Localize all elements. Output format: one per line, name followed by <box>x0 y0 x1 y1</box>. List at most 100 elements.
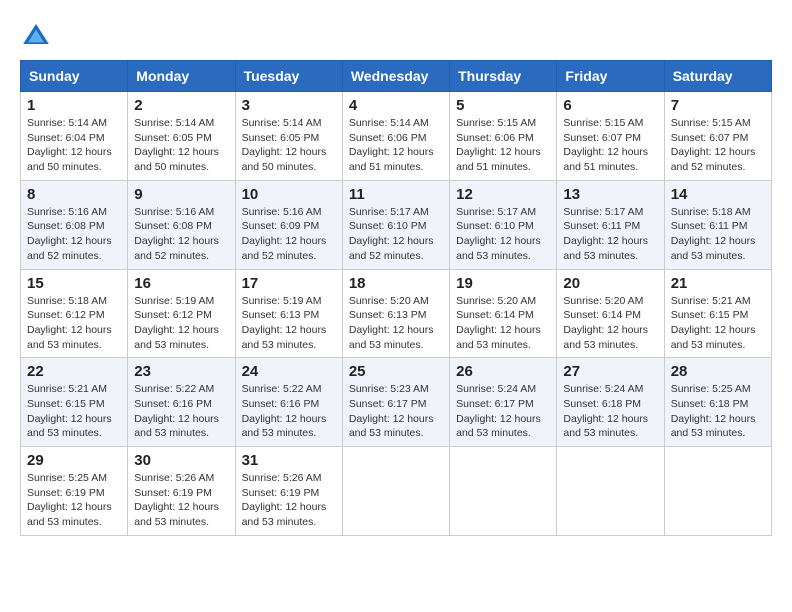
calendar-cell: 21 Sunrise: 5:21 AM Sunset: 6:15 PM Dayl… <box>664 269 771 358</box>
day-number: 27 <box>563 363 657 380</box>
logo <box>20 20 56 52</box>
day-number: 14 <box>671 186 765 203</box>
calendar-cell: 2 Sunrise: 5:14 AM Sunset: 6:05 PM Dayli… <box>128 92 235 181</box>
calendar-cell: 13 Sunrise: 5:17 AM Sunset: 6:11 PM Dayl… <box>557 180 664 269</box>
calendar-cell: 12 Sunrise: 5:17 AM Sunset: 6:10 PM Dayl… <box>450 180 557 269</box>
calendar-cell: 25 Sunrise: 5:23 AM Sunset: 6:17 PM Dayl… <box>342 358 449 447</box>
calendar-cell: 27 Sunrise: 5:24 AM Sunset: 6:18 PM Dayl… <box>557 358 664 447</box>
day-number: 4 <box>349 97 443 114</box>
day-info: Sunrise: 5:23 AM Sunset: 6:17 PM Dayligh… <box>349 382 443 441</box>
day-number: 6 <box>563 97 657 114</box>
calendar-header-saturday: Saturday <box>664 61 771 92</box>
day-number: 28 <box>671 363 765 380</box>
day-number: 30 <box>134 452 228 469</box>
day-info: Sunrise: 5:15 AM Sunset: 6:07 PM Dayligh… <box>563 116 657 175</box>
calendar-week-row: 8 Sunrise: 5:16 AM Sunset: 6:08 PM Dayli… <box>21 180 772 269</box>
calendar-header-sunday: Sunday <box>21 61 128 92</box>
day-info: Sunrise: 5:16 AM Sunset: 6:09 PM Dayligh… <box>242 205 336 264</box>
calendar-cell: 31 Sunrise: 5:26 AM Sunset: 6:19 PM Dayl… <box>235 447 342 536</box>
calendar-header-tuesday: Tuesday <box>235 61 342 92</box>
day-info: Sunrise: 5:21 AM Sunset: 6:15 PM Dayligh… <box>671 294 765 353</box>
day-info: Sunrise: 5:19 AM Sunset: 6:12 PM Dayligh… <box>134 294 228 353</box>
day-number: 29 <box>27 452 121 469</box>
calendar-cell <box>342 447 449 536</box>
day-number: 13 <box>563 186 657 203</box>
calendar-header-monday: Monday <box>128 61 235 92</box>
calendar-cell <box>664 447 771 536</box>
day-info: Sunrise: 5:17 AM Sunset: 6:10 PM Dayligh… <box>349 205 443 264</box>
day-number: 16 <box>134 275 228 292</box>
calendar-header-thursday: Thursday <box>450 61 557 92</box>
day-info: Sunrise: 5:19 AM Sunset: 6:13 PM Dayligh… <box>242 294 336 353</box>
day-number: 24 <box>242 363 336 380</box>
day-number: 26 <box>456 363 550 380</box>
day-info: Sunrise: 5:22 AM Sunset: 6:16 PM Dayligh… <box>134 382 228 441</box>
day-number: 8 <box>27 186 121 203</box>
calendar-cell <box>450 447 557 536</box>
day-number: 9 <box>134 186 228 203</box>
day-number: 31 <box>242 452 336 469</box>
calendar-cell: 8 Sunrise: 5:16 AM Sunset: 6:08 PM Dayli… <box>21 180 128 269</box>
day-info: Sunrise: 5:26 AM Sunset: 6:19 PM Dayligh… <box>134 471 228 530</box>
day-info: Sunrise: 5:17 AM Sunset: 6:11 PM Dayligh… <box>563 205 657 264</box>
day-info: Sunrise: 5:21 AM Sunset: 6:15 PM Dayligh… <box>27 382 121 441</box>
day-number: 11 <box>349 186 443 203</box>
day-info: Sunrise: 5:16 AM Sunset: 6:08 PM Dayligh… <box>27 205 121 264</box>
day-info: Sunrise: 5:14 AM Sunset: 6:05 PM Dayligh… <box>134 116 228 175</box>
calendar-header-friday: Friday <box>557 61 664 92</box>
day-number: 22 <box>27 363 121 380</box>
day-number: 18 <box>349 275 443 292</box>
calendar-cell: 24 Sunrise: 5:22 AM Sunset: 6:16 PM Dayl… <box>235 358 342 447</box>
page-header <box>20 20 772 52</box>
day-number: 1 <box>27 97 121 114</box>
calendar-cell: 26 Sunrise: 5:24 AM Sunset: 6:17 PM Dayl… <box>450 358 557 447</box>
day-info: Sunrise: 5:25 AM Sunset: 6:18 PM Dayligh… <box>671 382 765 441</box>
calendar-cell: 10 Sunrise: 5:16 AM Sunset: 6:09 PM Dayl… <box>235 180 342 269</box>
calendar-cell: 4 Sunrise: 5:14 AM Sunset: 6:06 PM Dayli… <box>342 92 449 181</box>
day-info: Sunrise: 5:15 AM Sunset: 6:07 PM Dayligh… <box>671 116 765 175</box>
calendar-cell: 23 Sunrise: 5:22 AM Sunset: 6:16 PM Dayl… <box>128 358 235 447</box>
day-info: Sunrise: 5:16 AM Sunset: 6:08 PM Dayligh… <box>134 205 228 264</box>
day-info: Sunrise: 5:14 AM Sunset: 6:06 PM Dayligh… <box>349 116 443 175</box>
day-info: Sunrise: 5:24 AM Sunset: 6:18 PM Dayligh… <box>563 382 657 441</box>
day-info: Sunrise: 5:25 AM Sunset: 6:19 PM Dayligh… <box>27 471 121 530</box>
calendar-cell: 6 Sunrise: 5:15 AM Sunset: 6:07 PM Dayli… <box>557 92 664 181</box>
day-info: Sunrise: 5:20 AM Sunset: 6:13 PM Dayligh… <box>349 294 443 353</box>
calendar-cell: 16 Sunrise: 5:19 AM Sunset: 6:12 PM Dayl… <box>128 269 235 358</box>
calendar-cell: 5 Sunrise: 5:15 AM Sunset: 6:06 PM Dayli… <box>450 92 557 181</box>
day-info: Sunrise: 5:14 AM Sunset: 6:05 PM Dayligh… <box>242 116 336 175</box>
day-number: 2 <box>134 97 228 114</box>
calendar-cell: 14 Sunrise: 5:18 AM Sunset: 6:11 PM Dayl… <box>664 180 771 269</box>
calendar-cell: 11 Sunrise: 5:17 AM Sunset: 6:10 PM Dayl… <box>342 180 449 269</box>
day-number: 3 <box>242 97 336 114</box>
day-number: 19 <box>456 275 550 292</box>
day-info: Sunrise: 5:22 AM Sunset: 6:16 PM Dayligh… <box>242 382 336 441</box>
day-number: 7 <box>671 97 765 114</box>
calendar-week-row: 15 Sunrise: 5:18 AM Sunset: 6:12 PM Dayl… <box>21 269 772 358</box>
calendar-header-wednesday: Wednesday <box>342 61 449 92</box>
calendar-cell: 15 Sunrise: 5:18 AM Sunset: 6:12 PM Dayl… <box>21 269 128 358</box>
day-number: 20 <box>563 275 657 292</box>
calendar-cell: 18 Sunrise: 5:20 AM Sunset: 6:13 PM Dayl… <box>342 269 449 358</box>
logo-icon <box>20 20 52 52</box>
calendar-cell: 30 Sunrise: 5:26 AM Sunset: 6:19 PM Dayl… <box>128 447 235 536</box>
day-info: Sunrise: 5:17 AM Sunset: 6:10 PM Dayligh… <box>456 205 550 264</box>
calendar-cell: 7 Sunrise: 5:15 AM Sunset: 6:07 PM Dayli… <box>664 92 771 181</box>
calendar-cell: 29 Sunrise: 5:25 AM Sunset: 6:19 PM Dayl… <box>21 447 128 536</box>
calendar-table: SundayMondayTuesdayWednesdayThursdayFrid… <box>20 60 772 536</box>
day-info: Sunrise: 5:15 AM Sunset: 6:06 PM Dayligh… <box>456 116 550 175</box>
day-info: Sunrise: 5:26 AM Sunset: 6:19 PM Dayligh… <box>242 471 336 530</box>
calendar-week-row: 1 Sunrise: 5:14 AM Sunset: 6:04 PM Dayli… <box>21 92 772 181</box>
day-number: 12 <box>456 186 550 203</box>
day-number: 15 <box>27 275 121 292</box>
calendar-cell: 1 Sunrise: 5:14 AM Sunset: 6:04 PM Dayli… <box>21 92 128 181</box>
calendar-week-row: 29 Sunrise: 5:25 AM Sunset: 6:19 PM Dayl… <box>21 447 772 536</box>
day-info: Sunrise: 5:18 AM Sunset: 6:11 PM Dayligh… <box>671 205 765 264</box>
calendar-week-row: 22 Sunrise: 5:21 AM Sunset: 6:15 PM Dayl… <box>21 358 772 447</box>
calendar-cell: 19 Sunrise: 5:20 AM Sunset: 6:14 PM Dayl… <box>450 269 557 358</box>
calendar-cell: 20 Sunrise: 5:20 AM Sunset: 6:14 PM Dayl… <box>557 269 664 358</box>
calendar-cell: 3 Sunrise: 5:14 AM Sunset: 6:05 PM Dayli… <box>235 92 342 181</box>
day-number: 10 <box>242 186 336 203</box>
calendar-cell: 28 Sunrise: 5:25 AM Sunset: 6:18 PM Dayl… <box>664 358 771 447</box>
calendar-cell: 17 Sunrise: 5:19 AM Sunset: 6:13 PM Dayl… <box>235 269 342 358</box>
